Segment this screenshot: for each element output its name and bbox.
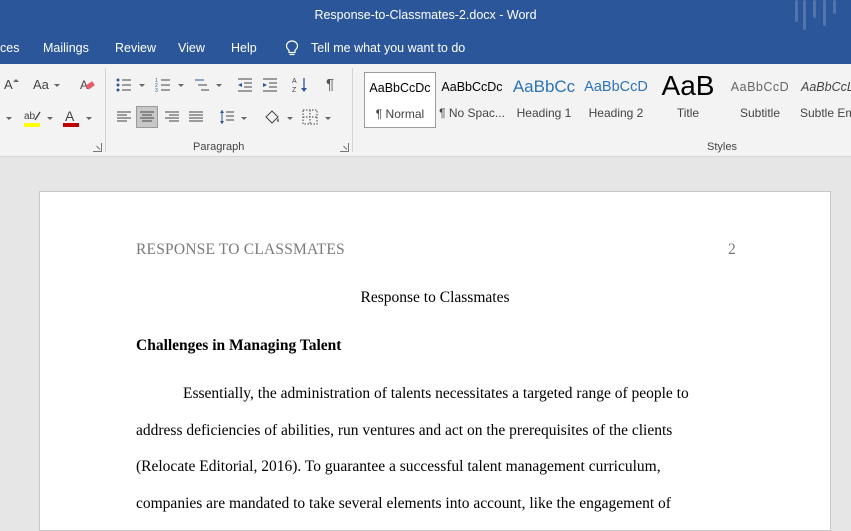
ribbon-separator bbox=[105, 68, 106, 152]
style-subtle-emphasis[interactable]: AaBbCcL Subtle Em bbox=[796, 72, 851, 128]
paragraph-group-label: Paragraph bbox=[193, 141, 245, 153]
style-heading-2[interactable]: AaBbCcD Heading 2 bbox=[580, 72, 652, 128]
running-head[interactable]: RESPONSE TO CLASSMATES bbox=[136, 241, 345, 259]
style-sample: AaBbCcD bbox=[584, 79, 648, 95]
style-sample: AaBbCcD bbox=[730, 80, 790, 94]
style-title[interactable]: AaB Title bbox=[652, 72, 724, 128]
style-sample: AaBbCcDc bbox=[441, 80, 503, 94]
line-spacing-dropdown-icon[interactable] bbox=[241, 117, 247, 120]
multilevel-list-icon[interactable] bbox=[194, 77, 210, 93]
text-effects-dropdown-icon[interactable] bbox=[6, 117, 12, 120]
style-sample: AaBbCc bbox=[512, 77, 576, 96]
tab-review[interactable]: Review bbox=[115, 41, 156, 55]
page-number[interactable]: 2 bbox=[728, 241, 736, 259]
numbering-dropdown-icon[interactable] bbox=[178, 84, 184, 87]
title-bar: Response-to-Classmates-2.docx - Word bbox=[0, 0, 851, 33]
font-dialog-launcher-icon[interactable] bbox=[93, 143, 102, 152]
borders-dropdown-icon[interactable] bbox=[325, 117, 331, 120]
svg-text:Z: Z bbox=[292, 87, 297, 94]
tab-references[interactable]: ces bbox=[0, 41, 19, 55]
style-name: Heading 2 bbox=[588, 106, 644, 120]
section-heading[interactable]: Challenges in Managing Talent bbox=[136, 337, 341, 355]
body-line[interactable]: (Relocate Editorial, 2016). To guarantee… bbox=[136, 458, 661, 476]
tab-help[interactable]: Help bbox=[231, 41, 257, 55]
change-case-dropdown-icon[interactable] bbox=[54, 84, 60, 87]
align-left-icon[interactable] bbox=[116, 110, 132, 124]
style-name: Title bbox=[676, 106, 700, 120]
decrease-indent-icon[interactable] bbox=[237, 77, 253, 93]
tab-view[interactable]: View bbox=[178, 41, 205, 55]
bullets-dropdown-icon[interactable] bbox=[139, 84, 145, 87]
highlight-dropdown-icon[interactable] bbox=[47, 117, 53, 120]
style-sample: AaBbCcL bbox=[801, 80, 851, 94]
styles-group-label: Styles bbox=[707, 141, 737, 153]
shading-dropdown-icon[interactable] bbox=[287, 117, 293, 120]
tell-me-search[interactable]: Tell me what you want to do bbox=[311, 41, 465, 55]
ribbon: A Aa A ab A 123 A Z ¶ Paragraph AaBbCcDc… bbox=[0, 64, 851, 157]
clear-formatting-icon[interactable]: A bbox=[79, 77, 95, 93]
document-page[interactable]: RESPONSE TO CLASSMATES 2 Response to Cla… bbox=[39, 191, 831, 531]
sort-icon[interactable]: AZ bbox=[292, 76, 308, 94]
style-sample: AaB bbox=[661, 72, 715, 101]
style-subtitle[interactable]: AaBbCcD Subtitle bbox=[724, 72, 796, 128]
borders-icon[interactable] bbox=[302, 109, 318, 125]
font-color-icon[interactable]: A bbox=[62, 108, 80, 128]
style-no-spacing[interactable]: AaBbCcDc ¶ No Spac... bbox=[436, 72, 508, 128]
document-title[interactable]: Response to Classmates bbox=[40, 289, 830, 307]
body-line[interactable]: companies are mandated to take several e… bbox=[136, 495, 671, 513]
paragraph-dialog-launcher-icon[interactable] bbox=[340, 143, 349, 152]
menu-bar: ces Mailings Review View Help Tell me wh… bbox=[0, 33, 851, 64]
window-title: Response-to-Classmates-2.docx - Word bbox=[314, 8, 537, 22]
body-line[interactable]: Essentially, the administration of talen… bbox=[183, 385, 689, 403]
style-name: ¶ No Spac... bbox=[439, 106, 505, 120]
line-spacing-icon[interactable] bbox=[219, 109, 235, 125]
svg-text:ab: ab bbox=[24, 111, 36, 122]
document-canvas[interactable]: RESPONSE TO CLASSMATES 2 Response to Cla… bbox=[0, 157, 851, 531]
style-name: ¶ Normal bbox=[375, 107, 425, 121]
bullets-icon[interactable] bbox=[116, 77, 132, 93]
style-heading-1[interactable]: AaBbCc Heading 1 bbox=[508, 72, 580, 128]
ribbon-separator bbox=[352, 68, 353, 152]
body-line[interactable]: address deficiencies of abilities, run v… bbox=[136, 422, 672, 440]
tab-mailings[interactable]: Mailings bbox=[43, 41, 89, 55]
style-name: Heading 1 bbox=[516, 106, 572, 120]
svg-text:3: 3 bbox=[155, 88, 158, 93]
style-name: Subtle Em bbox=[800, 106, 851, 120]
grow-font-arrow-icon bbox=[13, 79, 19, 82]
svg-text:A: A bbox=[65, 108, 75, 124]
style-normal[interactable]: AaBbCcDc ¶ Normal bbox=[364, 72, 436, 128]
align-right-icon[interactable] bbox=[164, 110, 180, 124]
style-name: Subtitle bbox=[739, 106, 781, 120]
justify-icon[interactable] bbox=[188, 110, 204, 124]
highlight-color-icon[interactable]: ab bbox=[23, 108, 43, 128]
align-center-button[interactable] bbox=[136, 106, 158, 128]
font-color-dropdown-icon[interactable] bbox=[86, 117, 92, 120]
show-formatting-marks-button[interactable]: ¶ bbox=[326, 76, 334, 93]
shading-icon[interactable] bbox=[263, 108, 281, 126]
numbering-icon[interactable]: 123 bbox=[155, 77, 171, 93]
title-bar-decoration bbox=[781, 0, 851, 33]
style-sample: AaBbCcDc bbox=[369, 81, 431, 95]
change-case-button[interactable]: Aa bbox=[33, 77, 49, 92]
svg-text:A: A bbox=[292, 78, 297, 85]
align-center-icon bbox=[140, 111, 154, 122]
lightbulb-icon[interactable] bbox=[285, 40, 299, 56]
increase-indent-icon[interactable] bbox=[262, 77, 278, 93]
grow-font-button[interactable]: A bbox=[4, 77, 13, 92]
multilevel-dropdown-icon[interactable] bbox=[216, 84, 222, 87]
